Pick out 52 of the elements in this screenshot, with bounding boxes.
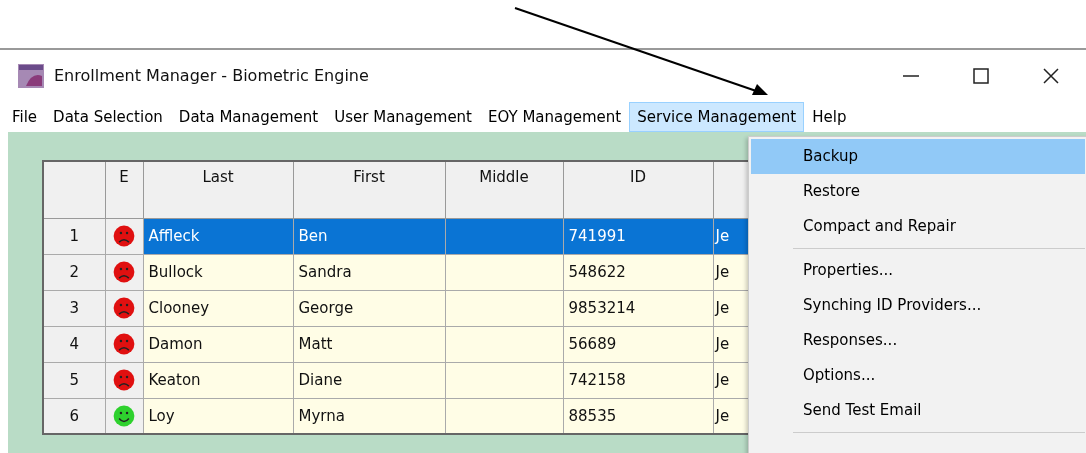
menu-item[interactable]: Options...: [751, 358, 1085, 393]
app-icon: [18, 64, 44, 88]
frowning-face-icon: [113, 297, 135, 320]
table-cell: 56689: [563, 326, 713, 362]
menu-item[interactable]: Properties...: [751, 253, 1085, 288]
menu-item[interactable]: Send Test Email: [751, 393, 1085, 428]
smiley-face-icon: [113, 405, 135, 427]
menu-item[interactable]: Backup: [751, 139, 1085, 174]
window-title: Enrollment Manager - Biometric Engine: [54, 65, 370, 87]
table-cell: Keaton: [143, 362, 293, 398]
maximize-icon: [972, 67, 990, 85]
table-cell: Affleck: [143, 218, 293, 254]
menu-item[interactable]: Data Selection: [45, 102, 171, 132]
frowning-face-icon: [113, 261, 135, 284]
table-cell: 741991: [563, 218, 713, 254]
table-cell: Diane: [293, 362, 445, 398]
row-number: 4: [43, 326, 105, 362]
row-number: 1: [43, 218, 105, 254]
table-cell: 548622: [563, 254, 713, 290]
column-header: ID: [563, 161, 713, 218]
menu-item[interactable]: Responses...: [751, 323, 1085, 358]
menu-item[interactable]: User Management: [326, 102, 480, 132]
column-header: Middle: [445, 161, 563, 218]
table-cell: Matt: [293, 326, 445, 362]
table-cell: Damon: [143, 326, 293, 362]
table-cell: Bullock: [143, 254, 293, 290]
menu-item[interactable]: File: [4, 102, 46, 132]
menu-item[interactable]: Data Management: [170, 102, 327, 132]
row-number: 3: [43, 290, 105, 326]
menu-item[interactable]: EOY Management: [480, 102, 630, 132]
menu-item[interactable]: Compact and Repair: [751, 209, 1085, 244]
menu-item[interactable]: Synching ID Providers...: [751, 288, 1085, 323]
frowning-face-icon: [113, 225, 135, 248]
close-icon: [1042, 67, 1060, 85]
frowning-face-icon: [113, 333, 135, 356]
row-number: 6: [43, 398, 105, 434]
minimize-icon: [903, 75, 919, 77]
menu-item[interactable]: Help: [804, 102, 855, 132]
table-cell: 9853214: [563, 290, 713, 326]
menu-item[interactable]: Service Management: [629, 102, 805, 132]
column-header: Last: [143, 161, 293, 218]
table-cell: Sandra: [293, 254, 445, 290]
table-cell: Ben: [293, 218, 445, 254]
table-cell: 742158: [563, 362, 713, 398]
row-number: 5: [43, 362, 105, 398]
table-cell: George: [293, 290, 445, 326]
row-number: 2: [43, 254, 105, 290]
table-cell: Clooney: [143, 290, 293, 326]
column-header: First: [293, 161, 445, 218]
frowning-face-icon: [113, 369, 135, 392]
menu-item[interactable]: Restore: [751, 174, 1085, 209]
column-header: E: [105, 161, 143, 218]
